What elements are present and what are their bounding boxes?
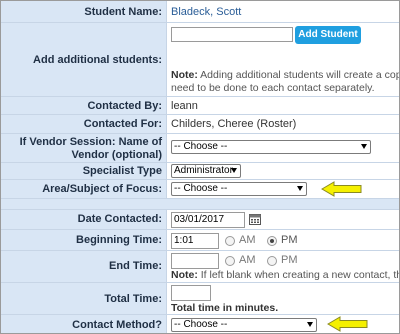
yellow-arrow-icon — [327, 316, 368, 332]
chevron-down-icon — [361, 144, 367, 149]
label-contacted-for: Contacted For: — [83, 118, 162, 130]
row-date-contacted: Date Contacted: 03/01/2017 — [1, 210, 399, 230]
calendar-icon[interactable] — [249, 213, 261, 225]
chevron-down-icon — [307, 322, 313, 327]
end-time-note: Note: If left blank when creating a new … — [171, 269, 400, 281]
beginning-pm-label: PM — [281, 234, 298, 246]
label-beginning-time: Beginning Time: — [76, 234, 162, 246]
add-student-button[interactable]: Add Student — [295, 26, 361, 44]
row-contacted-by: Contacted By: leann — [1, 97, 399, 115]
label-date-contacted: Date Contacted: — [77, 213, 162, 225]
row-contact-method: Contact Method? -- Choose -- — [1, 315, 399, 333]
add-student-input[interactable] — [171, 27, 293, 42]
row-area-focus: Area/Subject of Focus: -- Choose -- — [1, 180, 399, 199]
total-time-input[interactable] — [171, 285, 211, 301]
specialist-type-select[interactable]: Administrator — [171, 164, 241, 178]
contact-method-select[interactable]: -- Choose -- — [171, 318, 317, 332]
chevron-down-icon — [297, 186, 303, 191]
label-student-name: Student Name: — [84, 6, 162, 18]
label-total-time: Total Time: — [104, 293, 162, 305]
date-contacted-input[interactable]: 03/01/2017 — [171, 212, 245, 228]
beginning-am-radio[interactable] — [225, 236, 235, 246]
vendor-select[interactable]: -- Choose -- — [171, 140, 371, 154]
add-students-note-line2: need to be done to each contact separate… — [171, 82, 375, 94]
label-vendor-line1: If Vendor Session: Name of — [19, 136, 162, 148]
contacted-for-value: Childers, Cheree (Roster) — [171, 118, 297, 130]
label-contacted-by: Contacted By: — [87, 100, 162, 112]
end-am-label: AM — [239, 254, 256, 266]
label-add-students: Add additional students: — [33, 54, 162, 66]
label-end-time: End Time: — [109, 260, 162, 272]
yellow-arrow-icon — [321, 181, 362, 197]
chevron-down-icon — [231, 168, 237, 173]
contacted-by-value: leann — [171, 100, 198, 112]
student-name-value: Bladeck, Scott — [171, 6, 242, 18]
row-add-students: Add additional students: Add Student Not… — [1, 23, 400, 97]
row-end-time: End Time: AM PM Note: If left blank when… — [1, 251, 400, 283]
end-am-radio[interactable] — [225, 256, 235, 266]
section-divider — [1, 199, 399, 210]
row-beginning-time: Beginning Time: 1:01 AM PM — [1, 230, 399, 251]
row-student-name: Student Name: Bladeck, Scott — [1, 1, 399, 23]
label-contact-method: Contact Method? — [72, 319, 162, 331]
row-contacted-for: Contacted For: Childers, Cheree (Roster) — [1, 115, 399, 134]
row-specialist-type: Specialist Type Administrator — [1, 163, 399, 180]
total-time-note: Total time in minutes. — [171, 302, 279, 314]
end-time-input[interactable] — [171, 253, 219, 269]
beginning-time-input[interactable]: 1:01 — [171, 233, 219, 249]
beginning-pm-radio[interactable] — [267, 236, 277, 246]
add-students-note: Note: Adding additional students will cr… — [171, 69, 400, 81]
end-pm-label: PM — [281, 254, 298, 266]
contact-form: Student Name: Bladeck, Scott Add additio… — [0, 0, 400, 334]
row-vendor: If Vendor Session: Name of Vendor (optio… — [1, 134, 399, 163]
beginning-am-label: AM — [239, 234, 256, 246]
end-pm-radio[interactable] — [267, 256, 277, 266]
label-specialist-type: Specialist Type — [82, 165, 162, 177]
label-area-focus: Area/Subject of Focus: — [42, 183, 162, 195]
area-focus-select[interactable]: -- Choose -- — [171, 182, 307, 196]
label-vendor-line2: Vendor (optional) — [71, 149, 162, 161]
row-total-time: Total Time: Total time in minutes. — [1, 283, 399, 315]
